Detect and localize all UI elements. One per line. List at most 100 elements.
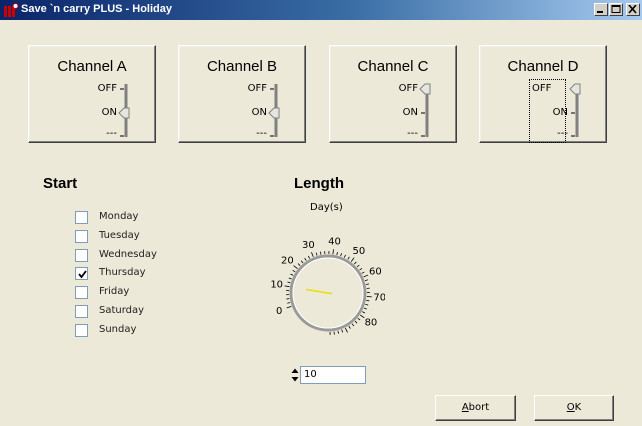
channel-label: Channel C <box>357 58 429 75</box>
abort-button[interactable]: Abort <box>435 395 516 421</box>
off-label: OFF <box>247 83 267 94</box>
checkbox[interactable] <box>75 324 88 337</box>
slider-thumb[interactable] <box>268 107 280 119</box>
dial-tick <box>362 311 366 314</box>
channel-b-button[interactable]: Channel B OFF ON --- <box>178 45 306 143</box>
channel-c-slider[interactable] <box>418 82 432 140</box>
dial-tick <box>365 283 370 285</box>
dial-tick <box>297 263 301 266</box>
ok-button[interactable]: OK <box>534 395 614 421</box>
dial-tick <box>337 330 340 334</box>
slider-thumb[interactable] <box>569 83 581 95</box>
window-title: Save `n carry PLUS - Holiday <box>21 3 172 15</box>
length-spinbox[interactable]: 10 <box>290 366 366 384</box>
dial-tick-label: 80 <box>365 317 378 328</box>
checkbox[interactable] <box>75 267 88 280</box>
checkbox[interactable] <box>75 286 88 299</box>
ok-accelerator: O <box>566 402 575 413</box>
off-label: OFF <box>97 83 117 94</box>
dial-tick <box>357 317 361 321</box>
channel-label: Channel D <box>507 58 579 75</box>
checkbox[interactable] <box>75 211 88 224</box>
dial-tick <box>356 264 360 268</box>
dial-tick-label: 60 <box>369 267 382 278</box>
day-label: Wednesday <box>99 249 157 260</box>
minimize-button[interactable] <box>594 3 608 16</box>
dial-tick-label: 40 <box>328 236 341 247</box>
dial-tick <box>351 323 355 327</box>
dial-tick-label: 20 <box>281 256 294 267</box>
day-label: Saturday <box>99 305 145 316</box>
dial-tick <box>290 273 294 276</box>
dial-tick <box>287 302 291 304</box>
dial-tick <box>341 329 344 333</box>
dial-tick <box>347 256 350 260</box>
dial-tick <box>284 285 290 288</box>
mid-label: --- <box>106 128 117 139</box>
off-label: OFF <box>398 83 418 94</box>
dial-tick <box>348 325 351 329</box>
dial-tick-label: 30 <box>302 240 315 251</box>
on-label: ON <box>552 107 568 118</box>
mid-label: --- <box>407 128 418 139</box>
day-label: Tuesday <box>99 230 140 241</box>
close-icon <box>628 5 637 14</box>
on-label: ON <box>251 107 267 118</box>
dial-tick <box>336 251 338 256</box>
slider-thumb[interactable] <box>419 83 431 95</box>
start-heading: Start <box>43 175 78 192</box>
dial-tick <box>304 257 307 261</box>
checkbox[interactable] <box>75 249 88 262</box>
dial-tick <box>364 279 368 282</box>
dial-tick <box>344 327 348 333</box>
title-bar: Save `n carry PLUS - Holiday <box>0 0 642 20</box>
channel-a-slider[interactable] <box>117 82 131 140</box>
dial-tick <box>307 255 311 259</box>
maximize-button[interactable] <box>609 3 623 16</box>
ok-label-post: K <box>574 402 582 413</box>
dial-tick <box>320 251 322 255</box>
length-dial[interactable]: 010203040506070809099 <box>255 200 385 335</box>
day-label: Thursday <box>99 267 146 278</box>
dial-tick <box>365 303 369 306</box>
channel-c-button[interactable]: Channel C OFF ON --- <box>329 45 457 143</box>
channel-d-slider[interactable] <box>568 82 582 140</box>
off-label: OFF <box>532 83 552 94</box>
dial-tick <box>286 305 292 309</box>
dial-tick <box>292 269 296 273</box>
abort-label-post: bort <box>468 402 490 413</box>
channel-label: Channel A <box>57 58 127 75</box>
maximize-icon <box>611 5 621 13</box>
minimize-icon <box>597 11 603 13</box>
checkmark-icon <box>78 270 87 279</box>
close-button[interactable] <box>626 3 640 16</box>
dial-tick-label: 0 <box>276 306 282 317</box>
spin-arrows-icon[interactable] <box>290 366 300 384</box>
dial-tick <box>300 260 304 264</box>
channel-b-slider[interactable] <box>267 82 281 140</box>
dial-tick <box>353 261 357 265</box>
length-input[interactable]: 10 <box>300 366 366 384</box>
checkbox[interactable] <box>75 305 88 318</box>
dial-tick <box>332 249 334 255</box>
channel-d-button[interactable]: Channel D OFF ON --- <box>479 45 607 143</box>
checkbox[interactable] <box>75 230 88 243</box>
day-label: Sunday <box>99 324 137 335</box>
mid-label: --- <box>557 128 568 139</box>
dial-tick <box>363 274 369 278</box>
channel-a-button[interactable]: Channel A OFF ON --- <box>28 45 156 143</box>
mid-label: --- <box>256 128 267 139</box>
slider-thumb[interactable] <box>118 107 130 119</box>
dial-tick <box>363 307 367 310</box>
dial-tick <box>361 271 365 274</box>
dial-tick-label: 10 <box>270 280 283 291</box>
length-heading: Length <box>294 175 344 192</box>
dial-tick <box>315 252 318 256</box>
dial-tick <box>287 281 291 284</box>
dial-tick <box>340 253 342 257</box>
dial-tick <box>366 299 370 302</box>
abort-accelerator: A <box>461 402 469 413</box>
dial-tick <box>343 254 346 258</box>
dial-tick <box>288 277 292 280</box>
dial-tick-label: 70 <box>373 293 385 304</box>
